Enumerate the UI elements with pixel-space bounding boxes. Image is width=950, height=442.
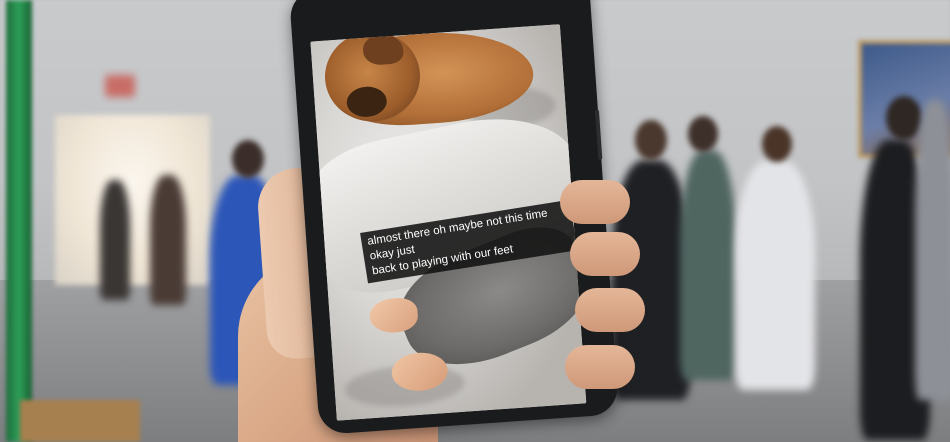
phone-screen: almost there oh maybe not this time okay…: [310, 24, 587, 421]
hand-finger: [575, 288, 645, 332]
photo-scene: almost there oh maybe not this time okay…: [0, 0, 950, 442]
background-person: [735, 160, 815, 390]
hand-finger: [565, 345, 635, 389]
hand-finger: [570, 232, 640, 276]
background-person: [150, 175, 186, 305]
background-person-head: [635, 120, 667, 160]
background-person-head: [688, 116, 718, 152]
background-person-head: [232, 140, 264, 178]
wooden-crate: [20, 400, 140, 442]
background-person-head: [762, 126, 792, 162]
green-pole: [6, 0, 32, 442]
dog-snout: [345, 85, 388, 119]
background-person-head: [886, 96, 922, 140]
exit-sign: [105, 75, 135, 97]
bright-doorway: [55, 115, 210, 285]
background-person: [680, 150, 736, 380]
background-person: [100, 180, 130, 300]
background-person: [915, 100, 950, 400]
dog-ear: [362, 33, 405, 66]
hand-finger: [560, 180, 630, 224]
